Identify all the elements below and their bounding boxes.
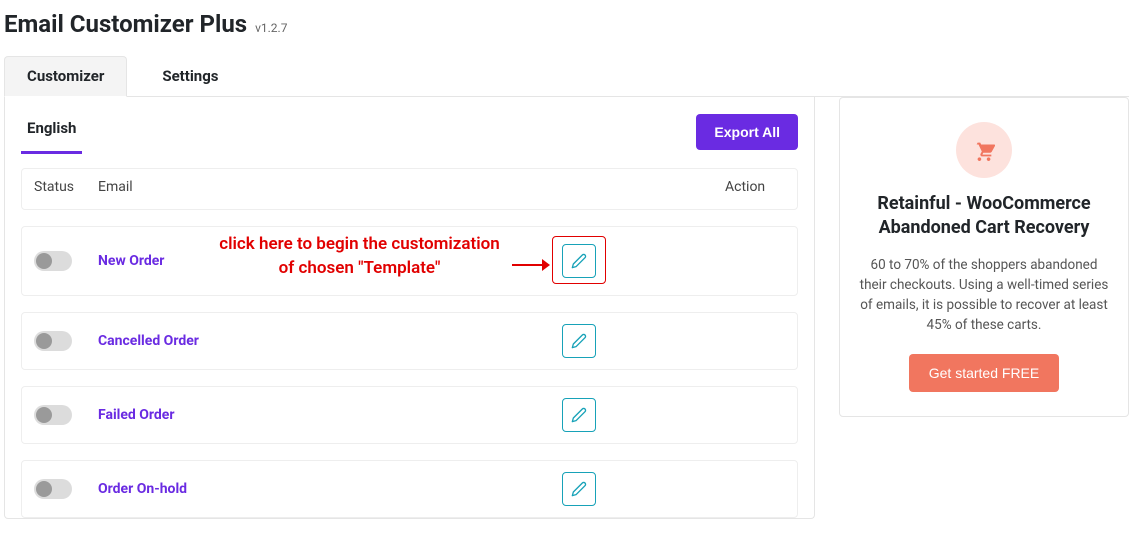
table-row: New Order click here to begin the custom… <box>21 226 798 296</box>
language-tab-english[interactable]: English <box>21 109 82 154</box>
promo-sidebar: Retainful - WooCommerce Abandoned Cart R… <box>839 97 1129 417</box>
get-started-button[interactable]: Get started FREE <box>909 354 1059 392</box>
cart-icon <box>973 139 995 161</box>
email-template-link[interactable]: Cancelled Order <box>98 333 199 349</box>
toggle-knob <box>36 253 52 269</box>
main-tabs: Customizer Settings <box>4 56 1129 97</box>
edit-template-button[interactable] <box>562 244 596 278</box>
status-toggle[interactable] <box>34 251 72 271</box>
edit-template-button[interactable] <box>562 398 596 432</box>
toggle-knob <box>36 407 52 423</box>
edit-template-button[interactable] <box>562 472 596 506</box>
toggle-knob <box>36 481 52 497</box>
pencil-icon <box>571 481 587 497</box>
tab-settings[interactable]: Settings <box>139 56 241 96</box>
table-row: Failed Order <box>21 386 798 444</box>
column-status: Status <box>34 179 98 195</box>
pencil-icon <box>571 253 587 269</box>
annotation-arrow-icon <box>512 257 550 273</box>
pencil-icon <box>571 407 587 423</box>
app-version: v1.2.7 <box>255 21 287 35</box>
email-template-link[interactable]: Order On-hold <box>98 481 187 497</box>
column-email: Email <box>98 179 725 195</box>
email-template-link[interactable]: New Order <box>98 253 164 269</box>
table-header: Status Email Action <box>21 168 798 210</box>
promo-title: Retainful - WooCommerce Abandoned Cart R… <box>858 192 1110 241</box>
status-toggle[interactable] <box>34 479 72 499</box>
customizer-panel: English Export All Status Email Action N… <box>4 97 815 519</box>
app-title: Email Customizer Plus <box>4 10 247 38</box>
pencil-icon <box>571 333 587 349</box>
status-toggle[interactable] <box>34 331 72 351</box>
toggle-knob <box>36 333 52 349</box>
table-row: Cancelled Order <box>21 312 798 370</box>
table-row: Order On-hold <box>21 460 798 518</box>
column-action: Action <box>725 179 785 195</box>
annotation-text: click here to begin the customization of… <box>212 233 507 281</box>
email-template-link[interactable]: Failed Order <box>98 407 175 423</box>
export-all-button[interactable]: Export All <box>696 114 798 150</box>
promo-description: 60 to 70% of the shoppers abandoned thei… <box>858 255 1110 336</box>
status-toggle[interactable] <box>34 405 72 425</box>
tab-customizer[interactable]: Customizer <box>4 56 127 97</box>
cart-badge <box>956 122 1012 178</box>
edit-template-button[interactable] <box>562 324 596 358</box>
